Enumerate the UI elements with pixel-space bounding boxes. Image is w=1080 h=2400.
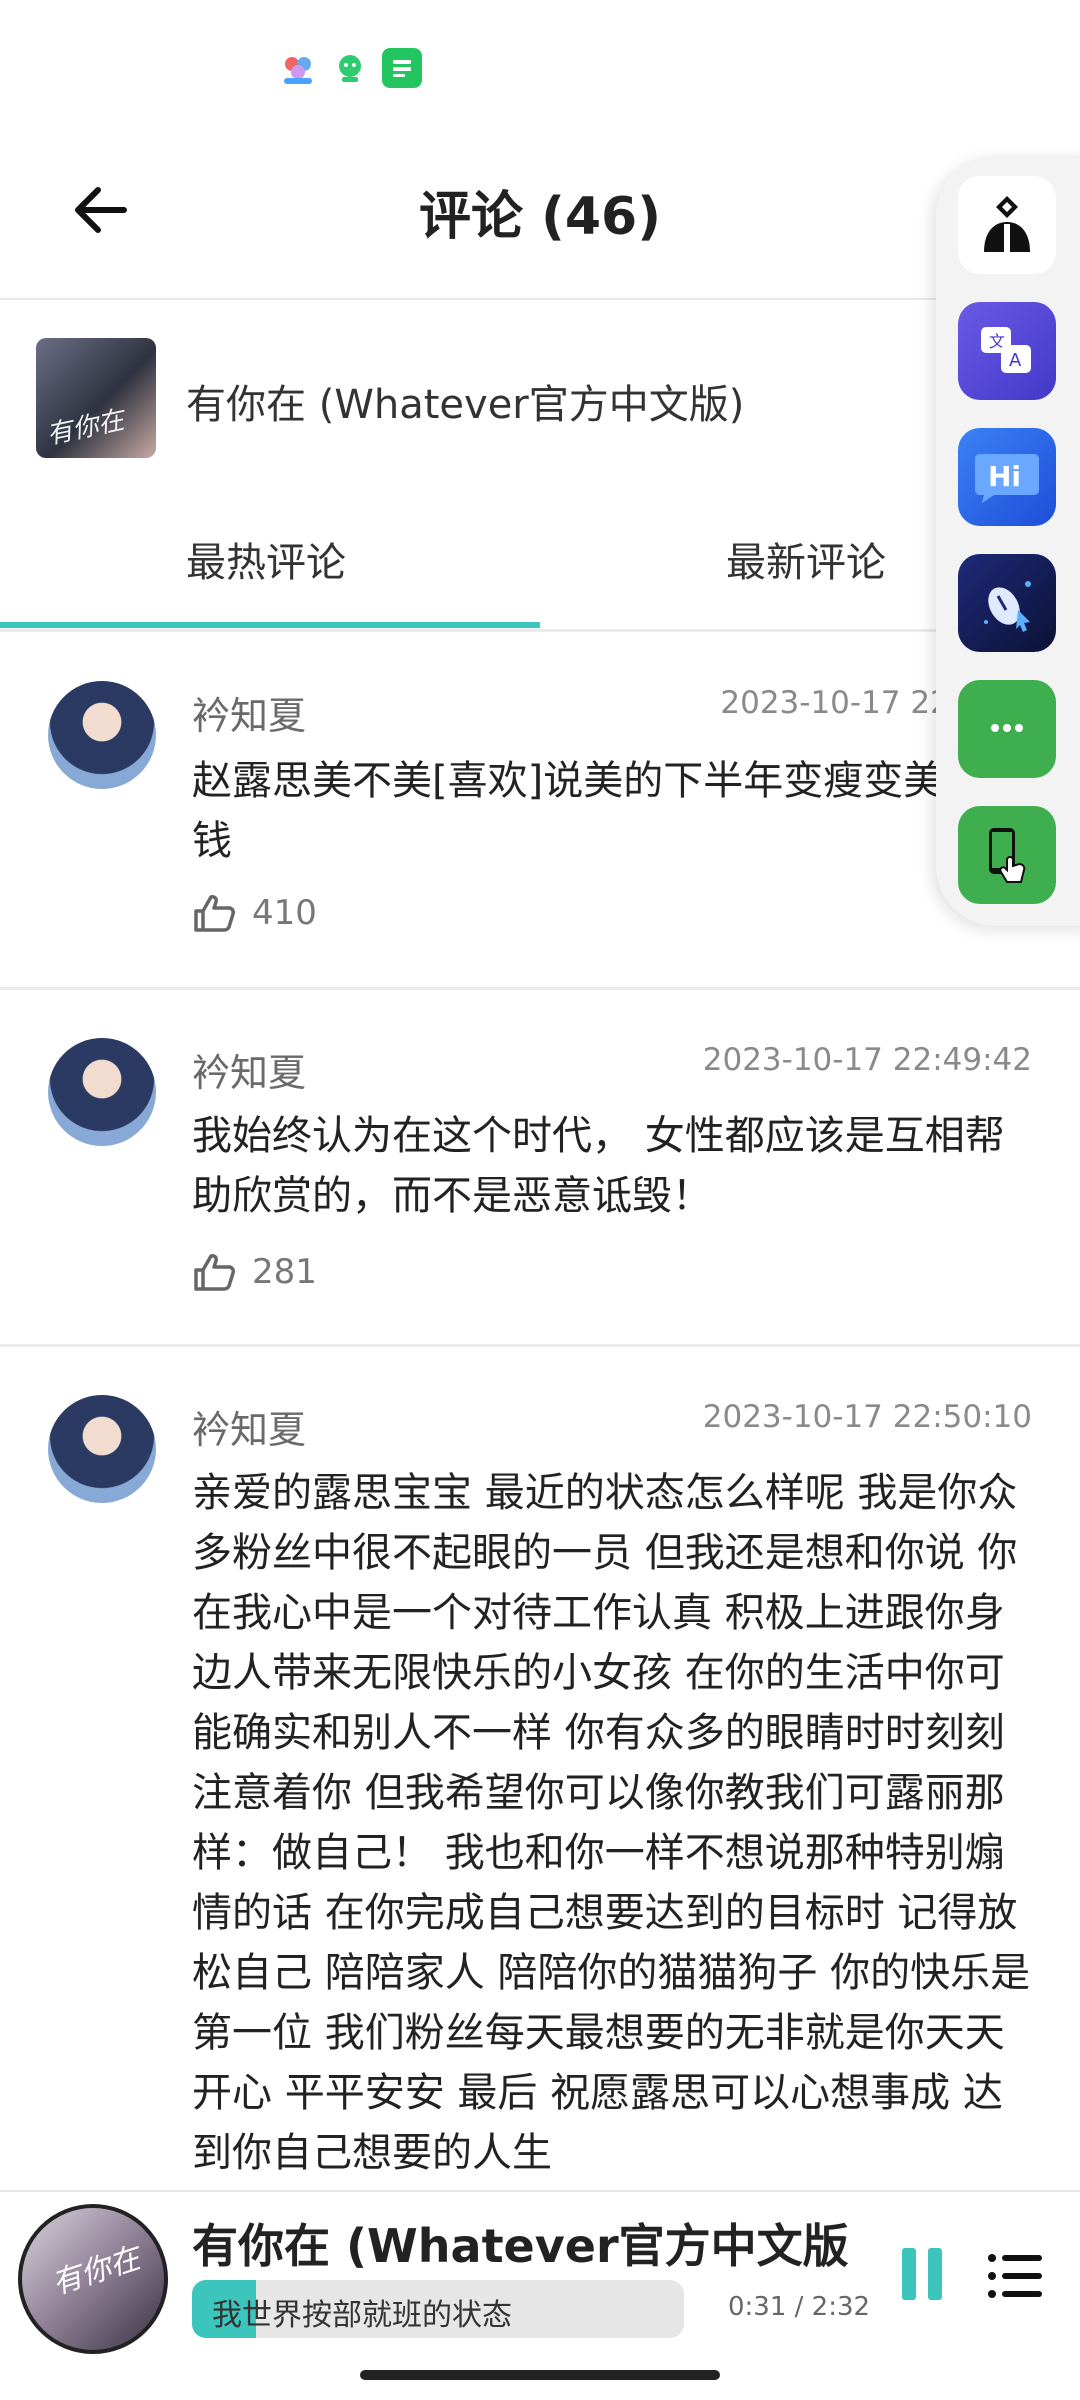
player-title-text: 有你在 (Whatever官方中文版) (192, 2219, 852, 2273)
tab-new-comments[interactable]: 最新评论 (726, 530, 886, 588)
playback-time: 0:31 / 2:32 (728, 2292, 871, 2322)
comments-screen: 评论 (46) 有你在 有你在 (Whatever官方中文版) 最热评论 最新评… (0, 0, 1080, 2400)
player-cover-script-text: 有你在 (47, 2240, 145, 2302)
svg-text:A: A (1009, 350, 1022, 371)
pause-button[interactable] (898, 2248, 948, 2308)
green-app-notification-icon (382, 48, 422, 88)
cover-script-text: 有你在 (44, 405, 127, 451)
current-lyric: 我世界按部就班的状态 (212, 2298, 512, 2333)
like-button[interactable]: 410 (192, 893, 317, 933)
app-notification-icon (278, 48, 318, 88)
thumbs-up-icon (194, 1254, 235, 1291)
comment-username[interactable]: 衿知夏 (192, 1042, 306, 1097)
thumbs-up-icon (194, 895, 235, 932)
comment-item[interactable]: 衿知夏 2023-10-17 22:49:42 我始终认为在这个时代， 女性都应… (0, 990, 1080, 1347)
comment-item[interactable]: 衿知夏 2023-10-17 22:4 赵露思美不美[喜欢]说美的下半年变瘦变美… (0, 635, 1080, 990)
hi-chat-icon[interactable]: Hi (958, 428, 1056, 526)
player-cover-image[interactable]: 有你在 (18, 2204, 168, 2354)
assistant-icon[interactable] (958, 176, 1056, 274)
translate-icon[interactable]: 文A (958, 302, 1056, 400)
song-title: 有你在 (Whatever官方中文版) (186, 382, 745, 428)
comment-tabs: 最热评论 最新评论 (0, 500, 1080, 632)
pause-bar-left (902, 2248, 916, 2300)
comment-time: 2023-10-17 22:50:10 (702, 1399, 1032, 1435)
header: 评论 (46) (0, 140, 1080, 300)
comment-item[interactable]: 衿知夏 2023-10-17 22:50:10 亲爱的露思宝宝 最近的状态怎么样… (0, 1347, 1080, 2190)
android-notification-icon (330, 48, 370, 88)
comment-time: 2023-10-17 22:49:42 (702, 1042, 1032, 1078)
tab-hot-comments[interactable]: 最热评论 (186, 530, 346, 588)
song-info-row[interactable]: 有你在 有你在 (Whatever官方中文版) (0, 300, 1080, 500)
avatar[interactable] (48, 1395, 156, 1503)
avatar[interactable] (48, 1038, 156, 1146)
mouse-click-icon[interactable] (958, 554, 1056, 652)
like-count: 410 (252, 893, 317, 933)
like-count: 281 (252, 1252, 317, 1292)
home-indicator[interactable] (360, 2370, 720, 2380)
like-button[interactable]: 281 (192, 1252, 317, 1292)
player-song-title[interactable]: 有你在 (Whatever官方中文版) - ... (192, 2210, 852, 2276)
lyric-progress-bar[interactable]: 我世界按部就班的状态 (192, 2280, 684, 2338)
song-cover-image: 有你在 (36, 338, 156, 458)
page-title: 评论 (46) (419, 187, 661, 247)
active-tab-indicator (0, 622, 540, 628)
comment-username[interactable]: 衿知夏 (192, 685, 306, 740)
svg-text:Hi: Hi (988, 460, 1021, 493)
more-icon[interactable] (958, 680, 1056, 778)
phone-tap-icon[interactable] (958, 806, 1056, 904)
comment-content: 亲爱的露思宝宝 最近的状态怎么样呢 我是你众多粉丝中很不起眼的一员 但我还是想和… (192, 1470, 1031, 2176)
mini-player[interactable]: 有你在 有你在 (Whatever官方中文版) - ... 我世界按部就班的状态… (0, 2190, 1080, 2400)
playlist-icon (988, 2254, 1042, 2298)
comment-content: 我始终认为在这个时代， 女性都应该是互相帮助欣赏的，而不是恶意诋毁！ (192, 1113, 1005, 1219)
comment-username[interactable]: 衿知夏 (192, 1399, 306, 1454)
status-bar (0, 0, 1080, 130)
comment-content: 赵露思美不美[喜欢]说美的下半年变瘦变美变有钱 (192, 758, 1024, 864)
pause-bar-right (928, 2248, 942, 2300)
playlist-button[interactable] (986, 2248, 1046, 2304)
avatar[interactable] (48, 681, 156, 789)
floating-toolbar: 文A Hi (936, 156, 1080, 926)
